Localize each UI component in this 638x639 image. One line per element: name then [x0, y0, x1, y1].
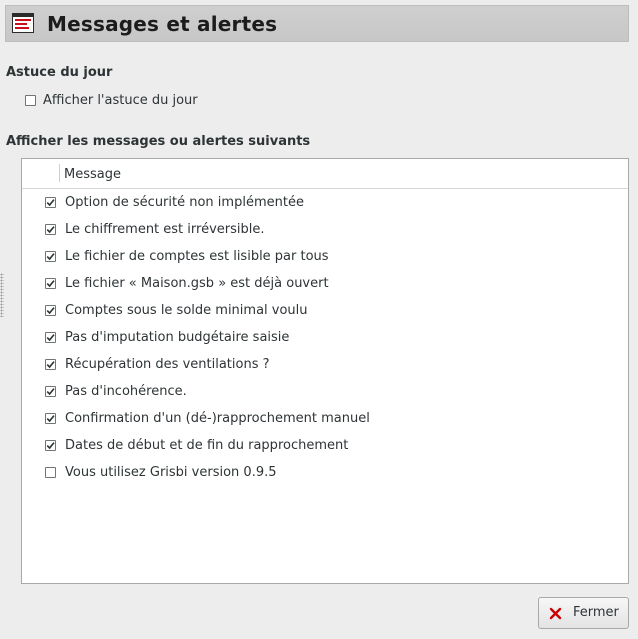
list-header[interactable]: Message [22, 159, 628, 189]
list-item[interactable]: Option de sécurité non implémentée [22, 188, 628, 215]
message-label: Le fichier de comptes est lisible par to… [65, 249, 329, 264]
message-checkbox[interactable] [45, 305, 56, 316]
message-checkbox[interactable] [45, 413, 56, 424]
message-checkbox[interactable] [45, 332, 56, 343]
message-label: Comptes sous le solde minimal voulu [65, 303, 308, 318]
dialog-title-bar: Messages et alertes [5, 5, 629, 42]
list-item[interactable]: Le fichier « Maison.gsb » est déjà ouver… [22, 269, 628, 296]
message-label: Confirmation d'un (dé-)rapprochement man… [65, 411, 370, 426]
list-item[interactable]: Dates de début et de fin du rapprochemen… [22, 431, 628, 458]
message-label: Dates de début et de fin du rapprochemen… [65, 438, 349, 453]
message-checkbox[interactable] [45, 224, 56, 235]
tip-of-day-checkbox[interactable] [25, 95, 36, 106]
message-label: Le chiffrement est irréversible. [65, 222, 265, 237]
message-label: Vous utilisez Grisbi version 0.9.5 [65, 465, 277, 480]
list-item[interactable]: Pas d'imputation budgétaire saisie [22, 323, 628, 350]
message-label: Le fichier « Maison.gsb » est déjà ouver… [65, 276, 329, 291]
close-x-icon [549, 607, 562, 620]
message-label: Pas d'incohérence. [65, 384, 187, 399]
list-item[interactable]: Le chiffrement est irréversible. [22, 215, 628, 242]
list-item[interactable]: Vous utilisez Grisbi version 0.9.5 [22, 458, 628, 485]
list-item[interactable]: Confirmation d'un (dé-)rapprochement man… [22, 404, 628, 431]
message-checkbox[interactable] [45, 197, 56, 208]
messages-dialog-icon [12, 13, 34, 33]
tip-section-title: Astuce du jour [6, 65, 113, 80]
message-checkbox[interactable] [45, 467, 56, 478]
dialog-title: Messages et alertes [47, 12, 278, 36]
message-checkbox[interactable] [45, 440, 56, 451]
close-button[interactable]: Fermer [538, 597, 629, 629]
message-checkbox[interactable] [45, 386, 56, 397]
message-checkbox[interactable] [45, 251, 56, 262]
column-header-message[interactable]: Message [64, 167, 121, 182]
message-checkbox[interactable] [45, 359, 56, 370]
resize-grip[interactable] [0, 273, 4, 317]
list-item[interactable]: Pas d'incohérence. [22, 377, 628, 404]
message-checkbox[interactable] [45, 278, 56, 289]
messages-list: Message Option de sécurité non implément… [21, 158, 629, 584]
close-button-label: Fermer [573, 605, 619, 620]
message-label: Récupération des ventilations ? [65, 357, 270, 372]
column-separator [59, 164, 60, 182]
list-item[interactable]: Le fichier de comptes est lisible par to… [22, 242, 628, 269]
list-item[interactable]: Comptes sous le solde minimal voulu [22, 296, 628, 323]
message-label: Pas d'imputation budgétaire saisie [65, 330, 290, 345]
message-label: Option de sécurité non implémentée [65, 195, 304, 210]
messages-section-title: Afficher les messages ou alertes suivant… [6, 134, 311, 149]
list-item[interactable]: Récupération des ventilations ? [22, 350, 628, 377]
tip-of-day-label[interactable]: Afficher l'astuce du jour [43, 93, 198, 108]
